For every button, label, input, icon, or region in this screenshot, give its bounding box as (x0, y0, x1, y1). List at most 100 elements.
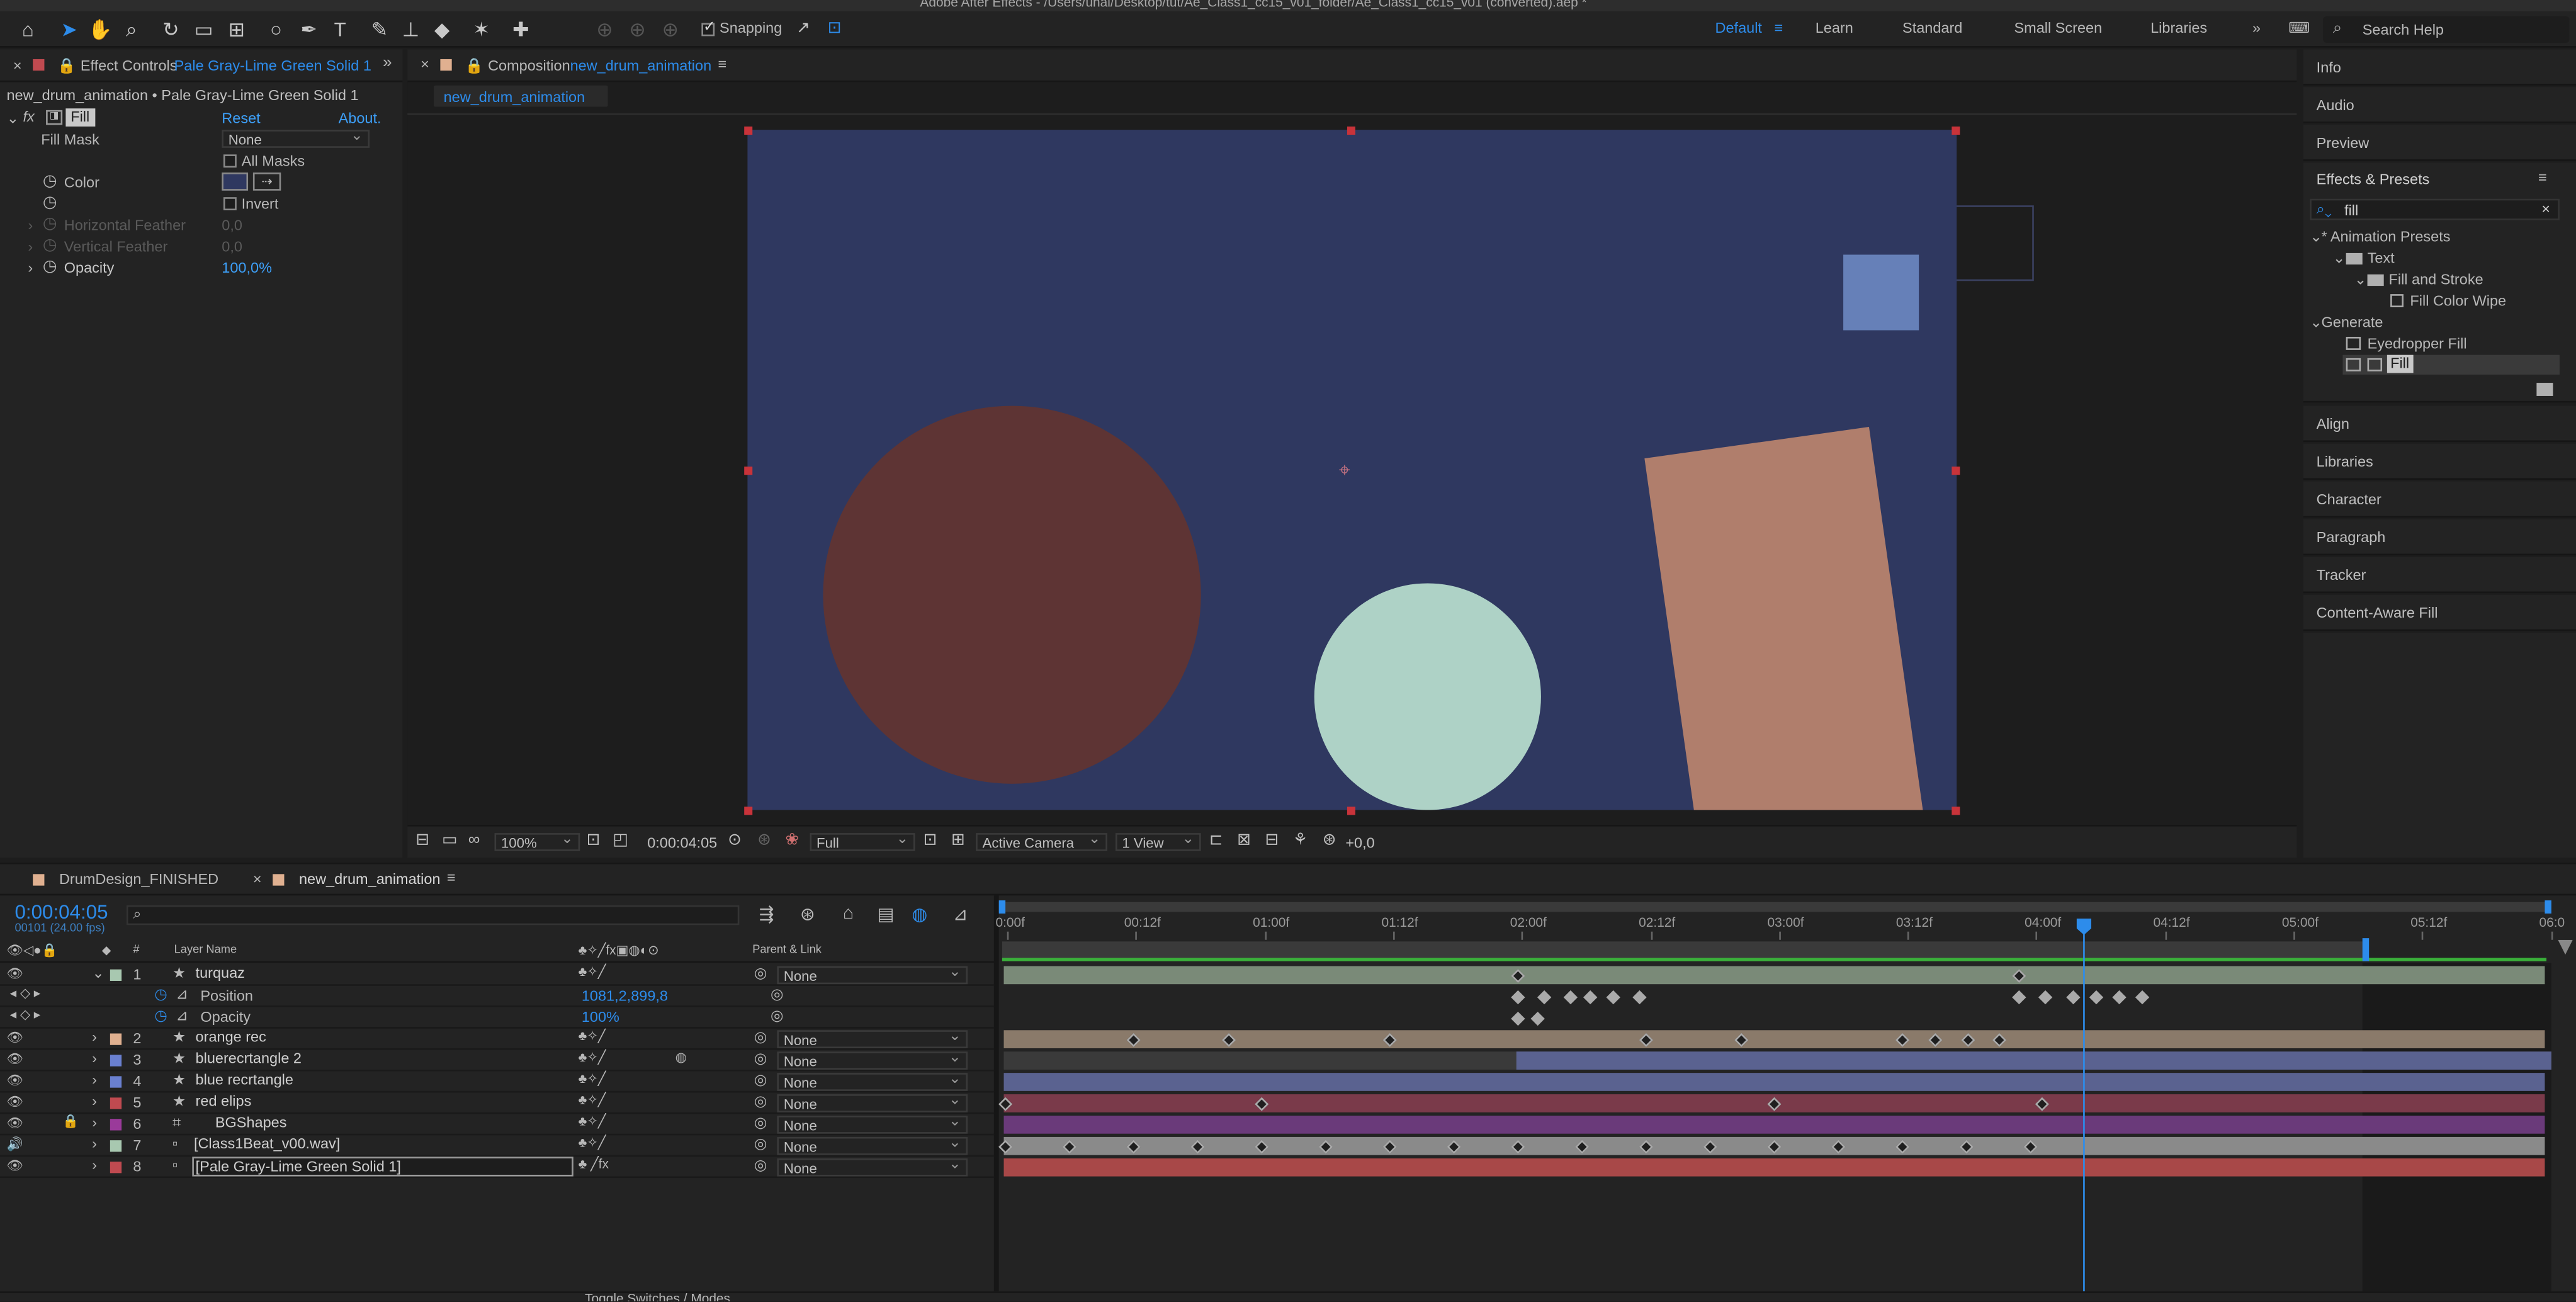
sync-settings-icon[interactable]: ⌨ (2288, 20, 2310, 38)
mint-circle-shape[interactable] (1314, 583, 1541, 810)
tree-animation-presets[interactable]: * Animation Presets (2322, 229, 2451, 245)
layer-lock-icon[interactable]: 🔒 (62, 1114, 79, 1128)
preview-panel[interactable]: Preview (2303, 125, 2576, 161)
selection-tool-icon[interactable]: ➤ (56, 16, 82, 43)
workspace-default[interactable]: Default (1715, 20, 1762, 36)
layer-name[interactable]: turquaz (194, 965, 247, 981)
navigator-end-handle[interactable] (2545, 900, 2551, 914)
pickwhip-icon[interactable]: ◎ (754, 1135, 767, 1153)
about-button[interactable]: About. (339, 110, 381, 127)
fx-icon[interactable]: fx (23, 108, 35, 125)
exposure-value[interactable]: +0,0 (1345, 835, 1374, 851)
layer-switches-icon[interactable]: ♣✧╱ (579, 1072, 606, 1086)
camera-dropdown[interactable]: Active Camera (976, 830, 1107, 851)
layer-duration-bar[interactable] (1003, 1051, 2551, 1070)
libraries-panel[interactable]: Libraries (2303, 443, 2576, 480)
layer-switches-icon[interactable]: ♣✧╱ (579, 1114, 606, 1128)
panel-expand-icon[interactable]: » (383, 54, 392, 72)
visibility-eye-icon[interactable]: 👁 (6, 1030, 23, 1044)
layer-name[interactable]: red elips (194, 1092, 253, 1109)
tree-chevron-icon[interactable]: ⌄ (2310, 314, 2322, 332)
effect-name[interactable]: Fill (65, 108, 95, 127)
layer-label-color[interactable] (110, 1140, 122, 1152)
composition-close-icon[interactable]: × (421, 56, 429, 72)
expand-chevron-icon[interactable]: › (92, 1072, 97, 1088)
tree-text-folder[interactable]: Text (2368, 250, 2395, 266)
zoom-tool-icon[interactable]: ⌕ (118, 16, 145, 43)
resolution-dropdown[interactable]: Full (810, 830, 915, 851)
layer-handle[interactable] (744, 467, 753, 475)
snap-edges-icon[interactable]: ↗ (790, 16, 816, 43)
character-panel[interactable]: Character (2303, 481, 2576, 518)
viewer-timecode[interactable]: 0:00:04:05 (647, 835, 717, 851)
tracker-panel[interactable]: Tracker (2303, 557, 2576, 594)
navigator-start-handle[interactable] (998, 900, 1006, 914)
graph-editor-icon[interactable]: ⊿ (953, 903, 968, 925)
show-snapshot-icon[interactable]: ⊛ (757, 832, 771, 850)
pickwhip-icon[interactable]: ◎ (754, 1072, 767, 1090)
visibility-eye-icon[interactable]: 👁 (6, 1073, 23, 1087)
layer-row[interactable]: 👁 › 3 ★ bluerecrtangle 2 ♣✧╱ ◍ ◎ None (0, 1048, 994, 1072)
pen-tool-icon[interactable]: ✒ (296, 16, 322, 43)
layer-name[interactable]: blue recrtangle (194, 1072, 295, 1088)
timeline-icon[interactable]: ⊟ (1265, 832, 1279, 850)
tab-close-icon[interactable]: × (253, 871, 262, 887)
layer-name[interactable]: [Pale Gray-Lime Green Solid 1] (192, 1157, 573, 1177)
composition-breadcrumb-tab[interactable]: new_drum_animation (433, 85, 608, 107)
layer-label-color[interactable] (110, 1119, 122, 1131)
workspace-menu-icon[interactable]: ≡ (1774, 20, 1783, 36)
timeline-search-input[interactable]: ⌕ (126, 905, 740, 926)
toggle-switches-modes-button[interactable]: Toggle Switches / Modes (585, 1293, 730, 1301)
anchor-point-icon[interactable]: ⌖ (1339, 458, 1350, 483)
layer-switches-icon[interactable]: ♣✧╱ (579, 965, 606, 979)
hand-tool-icon[interactable]: ✋ (87, 16, 113, 43)
search-help-box[interactable]: ⌕ Search Help (2323, 16, 2570, 43)
stopwatch-icon[interactable]: ◷ (154, 986, 167, 1004)
composition-canvas[interactable]: ⌖ (747, 130, 1957, 810)
work-area-end-handle[interactable] (2362, 938, 2370, 961)
position-value[interactable]: 1081,2,899,8 (582, 987, 668, 1004)
composition-tab-label[interactable]: Composition (488, 57, 570, 74)
expand-chevron-icon[interactable]: › (92, 1050, 97, 1067)
layer-row[interactable]: 👁 ⌄ 1 ★ turquaz ♣✧╱ ◎ None (0, 963, 994, 986)
info-panel[interactable]: Info (2303, 49, 2576, 86)
expand-chevron-icon[interactable]: › (92, 1114, 97, 1130)
clear-search-icon[interactable]: × (2541, 200, 2550, 217)
always-preview-icon[interactable]: ⊟ (415, 832, 429, 850)
layer-name[interactable]: BGShapes (213, 1114, 288, 1130)
composition-mini-flowchart-icon[interactable]: ⇶ (759, 903, 774, 925)
parent-dropdown[interactable]: None (777, 1155, 968, 1177)
layer-switches-icon[interactable]: ♣✧╱ (579, 1092, 606, 1107)
roto-brush-tool-icon[interactable]: ✶ (468, 16, 495, 43)
composition-lock-icon[interactable]: 🔒 (465, 57, 483, 76)
layer-switches-icon[interactable]: ♣✧╱ (579, 1029, 606, 1043)
layer-switches-icon[interactable]: ♣✧╱ (579, 1050, 606, 1065)
tree-generate[interactable]: Generate (2322, 314, 2383, 330)
graph-icon[interactable]: ⊿ (176, 986, 188, 1004)
red-ellipse-shape[interactable] (823, 405, 1201, 784)
puppet-tool-icon[interactable]: ✚ (507, 16, 534, 43)
composition-tab-name[interactable]: new_drum_animation (570, 57, 712, 74)
clone-stamp-tool-icon[interactable]: ⊥ (398, 16, 424, 43)
tree-chevron-icon[interactable]: ⌄ (2354, 271, 2367, 290)
content-aware-fill-panel[interactable]: Content-Aware Fill (2303, 594, 2576, 631)
layer-name-header[interactable]: Layer Name (174, 945, 237, 956)
expand-chevron-icon[interactable]: › (92, 1092, 97, 1109)
workspace-learn[interactable]: Learn (1816, 20, 1853, 36)
tree-fill[interactable]: Fill (2387, 354, 2413, 373)
layer-duration-bar[interactable] (1003, 1073, 2545, 1091)
opacity-stopwatch-icon[interactable]: ◷ (43, 258, 57, 276)
pickwhip-icon[interactable]: ◎ (754, 1050, 767, 1068)
toggle-pixel-aspect-icon[interactable]: ⊏ (1209, 832, 1223, 850)
lock-icon[interactable]: 🔒 (57, 57, 76, 76)
invert-stopwatch-icon[interactable]: ◷ (43, 194, 57, 212)
color-swatch[interactable] (222, 173, 249, 191)
color-stopwatch-icon[interactable]: ◷ (43, 173, 57, 191)
zoom-dropdown[interactable]: 100% (494, 830, 580, 851)
layer-row[interactable]: 👁 🔒 › 6 ⌗ BGShapes ♣✧╱ ◎ None (0, 1112, 994, 1136)
effects-search-box[interactable]: ⌕⌄ fill × (2310, 198, 2560, 220)
visibility-eye-icon[interactable]: 👁 (6, 1094, 23, 1109)
blue-rectangle-shape[interactable] (1843, 254, 1919, 331)
layer-row[interactable]: 👁 › 8 ▫ [Pale Gray-Lime Green Solid 1] ♣ ╱fx ◎… (0, 1155, 994, 1179)
layer-handle[interactable] (1952, 467, 1960, 475)
